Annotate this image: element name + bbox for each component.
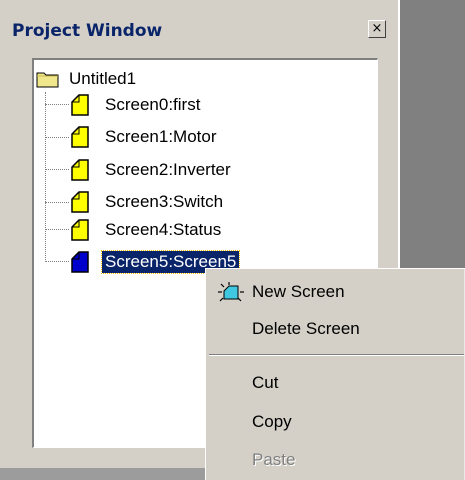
tree-connector [45, 202, 69, 203]
tree-item-screen0[interactable]: Screen0:first [70, 92, 290, 118]
menu-separator [209, 354, 464, 356]
tree-item-label: Screen4:Status [105, 220, 222, 239]
tree-connector [45, 261, 69, 262]
menu-item-paste: Paste [206, 443, 464, 477]
tree-item-screen3[interactable]: Screen3:Switch [70, 189, 290, 215]
tree-connector [45, 169, 69, 170]
tree-connector [45, 137, 69, 138]
title-bar[interactable]: Project Window × [8, 16, 392, 48]
screen-icon [71, 126, 89, 148]
tree-item-label: Screen3:Switch [105, 192, 224, 211]
menu-item-delete-screen[interactable]: Delete Screen [206, 312, 464, 346]
screen-icon-selected [71, 251, 89, 273]
tree-connector [45, 92, 46, 262]
menu-label-paste: Paste [252, 450, 296, 469]
context-menu: New Screen Delete Screen Cut Copy Paste [205, 268, 465, 480]
folder-icon [36, 72, 59, 88]
tree-item-label: Screen1:Motor [105, 127, 217, 146]
menu-label-new-screen: New Screen [252, 282, 345, 301]
menu-item-new-screen[interactable]: New Screen [206, 275, 464, 309]
tree-root-label: Untitled1 [69, 69, 137, 88]
tree-item-screen1[interactable]: Screen1:Motor [70, 124, 290, 150]
screen-icon [71, 191, 89, 213]
menu-item-copy[interactable]: Copy [206, 405, 464, 439]
close-icon: × [371, 21, 383, 36]
tree-item-label: Screen2:Inverter [105, 160, 231, 179]
tree-connector [45, 104, 69, 105]
tree-item-screen4[interactable]: Screen4:Status [70, 217, 290, 243]
screen-icon [71, 219, 89, 241]
menu-label-cut: Cut [252, 373, 279, 392]
menu-label-delete-screen: Delete Screen [252, 319, 360, 338]
close-button[interactable]: × [368, 20, 386, 38]
new-screen-icon [218, 282, 244, 302]
menu-item-cut[interactable]: Cut [206, 366, 464, 400]
screen-icon [71, 94, 89, 116]
tree-connector [45, 229, 69, 230]
window-title: Project Window [12, 21, 163, 41]
screen-icon [71, 159, 89, 181]
tree-root[interactable]: Untitled1 [36, 66, 236, 92]
tree-item-screen2[interactable]: Screen2:Inverter [70, 157, 290, 183]
tree-item-label: Screen0:first [105, 95, 201, 114]
menu-label-copy: Copy [252, 412, 292, 431]
